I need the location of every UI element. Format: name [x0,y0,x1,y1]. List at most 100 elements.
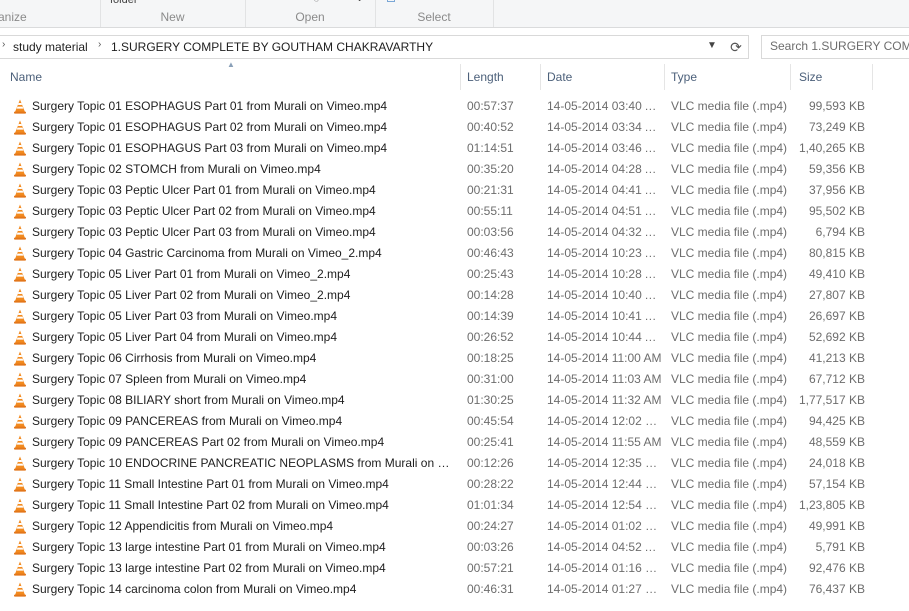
file-size: 94,425 KB [808,414,865,428]
file-name: Surgery Topic 09 PANCEREAS Part 02 from … [32,435,385,449]
address-bar[interactable]: › study material › 1.SURGERY COMPLETE BY… [0,35,725,59]
file-row[interactable]: Surgery Topic 05 Liver Part 04 from Mura… [0,327,909,348]
ribbon-group-label-open: Open [295,10,325,24]
breadcrumb-chevron-icon[interactable]: › [2,39,5,50]
breadcrumb-current-folder[interactable]: 1.SURGERY COMPLETE BY GOUTHAM CHAKRAVART… [111,40,433,54]
file-size: 27,807 KB [808,288,865,302]
file-size: 6,794 KB [815,225,865,239]
file-length: 00:55:11 [467,204,513,218]
vlc-cone-icon [14,267,26,282]
file-row[interactable]: Surgery Topic 04 Gastric Carcinoma from … [0,243,909,264]
search-box[interactable] [761,35,909,59]
file-row[interactable]: Surgery Topic 03 Peptic Ulcer Part 02 fr… [0,201,909,222]
file-row[interactable]: Surgery Topic 05 Liver Part 02 from Mura… [0,285,909,306]
file-size: 1,40,265 KB [798,141,865,155]
file-type: VLC media file (.mp4) [671,162,788,176]
file-date: 14-05-2014 04:51 AM [547,204,662,218]
ribbon-group-label-select: Select [417,10,451,24]
file-name: Surgery Topic 13 large intestine Part 01… [32,540,386,554]
file-type: VLC media file (.mp4) [671,435,788,449]
file-row[interactable]: Surgery Topic 06 Cirrhosis from Murali o… [0,348,909,369]
file-name: Surgery Topic 03 Peptic Ulcer Part 02 fr… [32,204,376,218]
file-name: Surgery Topic 11 Small Intestine Part 01… [32,477,389,491]
file-row[interactable]: Surgery Topic 01 ESOPHAGUS Part 01 from … [0,96,909,117]
file-row[interactable]: Surgery Topic 11 Small Intestine Part 01… [0,474,909,495]
file-length: 00:57:21 [467,561,514,575]
file-size: 76,437 KB [808,582,865,596]
select-icon[interactable] [387,0,395,2]
file-row[interactable]: Surgery Topic 12 Appendicitis from Mural… [0,516,909,537]
file-type: VLC media file (.mp4) [671,519,788,533]
file-date: 14-05-2014 04:52 AM [547,540,662,554]
file-date: 14-05-2014 10:44 AM [547,330,662,344]
file-date: 14-05-2014 10:41 AM [547,309,662,323]
breadcrumb-study-material[interactable]: study material [13,40,88,54]
chevron-down-icon[interactable]: ▼ [707,40,717,51]
ribbon-group-open: ◌ ⌄ Open [245,0,376,27]
vlc-cone-icon [14,351,26,366]
file-type: VLC media file (.mp4) [671,99,788,113]
file-name: Surgery Topic 04 Gastric Carcinoma from … [32,246,382,260]
file-date: 14-05-2014 03:40 AM [547,99,662,113]
file-date: 14-05-2014 03:34 AM [547,120,662,134]
vlc-cone-icon [14,414,26,429]
file-name: Surgery Topic 08 BILIARY short from Mura… [32,393,345,407]
file-size: 52,692 KB [808,330,865,344]
file-row[interactable]: Surgery Topic 05 Liver Part 03 from Mura… [0,306,909,327]
file-name: Surgery Topic 03 Peptic Ulcer Part 01 fr… [32,183,376,197]
file-row[interactable]: Surgery Topic 10 ENDOCRINE PANCREATIC NE… [0,453,909,474]
file-size: 67,712 KB [808,372,865,386]
ribbon: anize folder New ◌ ⌄ Open Select [0,0,909,28]
file-row[interactable]: Surgery Topic 11 Small Intestine Part 02… [0,495,909,516]
file-type: VLC media file (.mp4) [671,225,788,239]
file-length: 00:24:27 [467,519,514,533]
file-row[interactable]: Surgery Topic 01 ESOPHAGUS Part 03 from … [0,138,909,159]
file-type: VLC media file (.mp4) [671,330,788,344]
file-size: 26,697 KB [808,309,865,323]
file-length: 00:21:31 [467,183,514,197]
file-row[interactable]: Surgery Topic 03 Peptic Ulcer Part 01 fr… [0,180,909,201]
file-length: 00:26:52 [467,330,514,344]
vlc-cone-icon [14,477,26,492]
file-row[interactable]: Surgery Topic 05 Liver Part 01 from Mura… [0,264,909,285]
file-type: VLC media file (.mp4) [671,246,788,260]
column-header-size[interactable]: Size [791,64,873,90]
file-row[interactable]: Surgery Topic 13 large intestine Part 01… [0,537,909,558]
file-type: VLC media file (.mp4) [671,267,788,281]
file-length: 00:03:56 [467,225,514,239]
column-header-name[interactable]: Name [0,64,461,90]
open-icon[interactable]: ◌ [313,0,320,5]
column-header-date[interactable]: Date [541,64,665,90]
vlc-cone-icon [14,372,26,387]
file-length: 00:25:43 [467,267,514,281]
file-row[interactable]: Surgery Topic 03 Peptic Ulcer Part 03 fr… [0,222,909,243]
chevron-down-icon[interactable]: ⌄ [355,0,364,4]
breadcrumb-chevron-icon[interactable]: › [98,39,101,50]
new-folder-label[interactable]: folder [110,0,138,6]
file-date: 14-05-2014 01:27 PM [547,582,662,596]
file-row[interactable]: Surgery Topic 13 large intestine Part 02… [0,558,909,579]
file-size: 1,77,517 KB [798,393,865,407]
file-date: 14-05-2014 12:54 PM [547,498,662,512]
file-type: VLC media file (.mp4) [671,120,788,134]
file-row[interactable]: Surgery Topic 01 ESOPHAGUS Part 02 from … [0,117,909,138]
file-row[interactable]: Surgery Topic 09 PANCEREAS from Murali o… [0,411,909,432]
file-row[interactable]: Surgery Topic 09 PANCEREAS Part 02 from … [0,432,909,453]
file-row[interactable]: Surgery Topic 14 carcinoma colon from Mu… [0,579,909,600]
file-name: Surgery Topic 03 Peptic Ulcer Part 03 fr… [32,225,376,239]
vlc-cone-icon [14,246,26,261]
refresh-button[interactable]: ⟳ [724,35,749,59]
file-name: Surgery Topic 05 Liver Part 01 from Mura… [32,267,351,281]
column-header-type[interactable]: Type [665,64,791,90]
file-length: 00:03:26 [467,540,514,554]
file-size: 92,476 KB [808,561,865,575]
vlc-cone-icon [14,456,26,471]
file-row[interactable]: Surgery Topic 02 STOMCH from Murali on V… [0,159,909,180]
file-row[interactable]: Surgery Topic 08 BILIARY short from Mura… [0,390,909,411]
search-input[interactable] [762,36,909,56]
file-type: VLC media file (.mp4) [671,456,788,470]
column-header-length[interactable]: Length [461,64,541,90]
file-length: 00:12:26 [467,456,514,470]
file-type: VLC media file (.mp4) [671,477,788,491]
file-row[interactable]: Surgery Topic 07 Spleen from Murali on V… [0,369,909,390]
